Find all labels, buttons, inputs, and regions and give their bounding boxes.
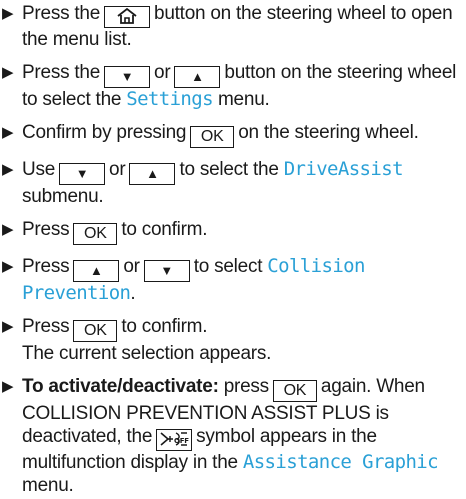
bullet-arrow-icon: ▶ xyxy=(2,124,14,141)
step-6-text-b: to select xyxy=(193,256,263,277)
bullet-arrow-icon: ▶ xyxy=(2,318,14,335)
up-key-icon: ▲ xyxy=(129,163,176,185)
step-7-text-a: Press xyxy=(22,316,70,337)
bullet-arrow-icon: ▶ xyxy=(2,221,14,238)
step-6-text-a: Press xyxy=(22,256,70,277)
step-5-text-b: to confirm. xyxy=(121,219,208,240)
step-3-text-b: on the steering wheel. xyxy=(238,122,419,143)
bullet-arrow-icon: ▶ xyxy=(2,64,14,81)
step-6-or: or xyxy=(123,256,140,277)
step-2-text-a: Press the xyxy=(22,62,101,83)
step-7-text-b: to confirm. xyxy=(121,316,208,337)
bullet-arrow-icon: ▶ xyxy=(2,161,14,178)
collision-prevention-off-icon: OFF xyxy=(156,429,193,451)
step-4-text-c: submenu. xyxy=(22,186,104,207)
ok-key: OK xyxy=(73,223,118,245)
step-7-text-c: The current selection appears. xyxy=(22,343,272,364)
ok-key: OK xyxy=(73,320,118,342)
settings-menu-name: Settings xyxy=(126,88,213,110)
step-4-text-a: Use xyxy=(22,159,56,180)
step-8: ▶ To activate/deactivate: press OK again. … xyxy=(2,375,464,497)
step-6-text-c: . xyxy=(130,283,136,304)
step-2-or: or xyxy=(154,62,171,83)
ok-key: OK xyxy=(190,126,235,148)
step-5-text-a: Press xyxy=(22,219,70,240)
bullet-arrow-icon: ▶ xyxy=(2,378,14,395)
step-4-text-b: to select the xyxy=(179,159,279,180)
step-8-text-d: menu. xyxy=(22,475,74,496)
step-2: ▶ Press the ▼ or ▲ button on the steering wh… xyxy=(2,61,464,111)
home-key-icon xyxy=(104,6,151,28)
step-4: ▶ Use ▼ or ▲ to select the DriveAssist subme… xyxy=(2,158,464,208)
step-1: ▶ Press the button on the steering wheel … xyxy=(2,2,464,51)
bullet-arrow-icon: ▶ xyxy=(2,258,14,275)
step-7: ▶ Press OK to confirm. The current selecti… xyxy=(2,315,464,365)
bullet-arrow-icon: ▶ xyxy=(2,5,14,22)
svg-text:OFF: OFF xyxy=(174,437,189,445)
step-8-text-a: press xyxy=(223,376,269,397)
step-4-or: or xyxy=(109,159,126,180)
step-3: ▶ Confirm by pressing OK on the steering w… xyxy=(2,121,464,148)
up-key-icon: ▲ xyxy=(174,66,221,88)
step-8-bold-lead: To activate/deactivate: xyxy=(22,376,219,397)
step-1-text-a: Press the xyxy=(22,3,101,24)
down-key-icon: ▼ xyxy=(104,66,151,88)
down-key-icon: ▼ xyxy=(143,260,190,282)
up-key-icon: ▲ xyxy=(73,260,120,282)
assistance-graphic-menu-name: Assistance Graphic xyxy=(242,451,439,473)
ok-key: OK xyxy=(272,380,317,402)
step-3-text-a: Confirm by pressing xyxy=(22,122,187,143)
instruction-steps: ▶ Press the button on the steering wheel … xyxy=(2,2,464,497)
step-2-text-c: menu. xyxy=(217,89,270,110)
step-5: ▶ Press OK to confirm. xyxy=(2,218,464,245)
down-key-icon: ▼ xyxy=(59,163,106,185)
step-6: ▶ Press ▲ or ▼ to select Collision Preventio… xyxy=(2,255,464,305)
driveassist-menu-name: DriveAssist xyxy=(283,158,404,180)
